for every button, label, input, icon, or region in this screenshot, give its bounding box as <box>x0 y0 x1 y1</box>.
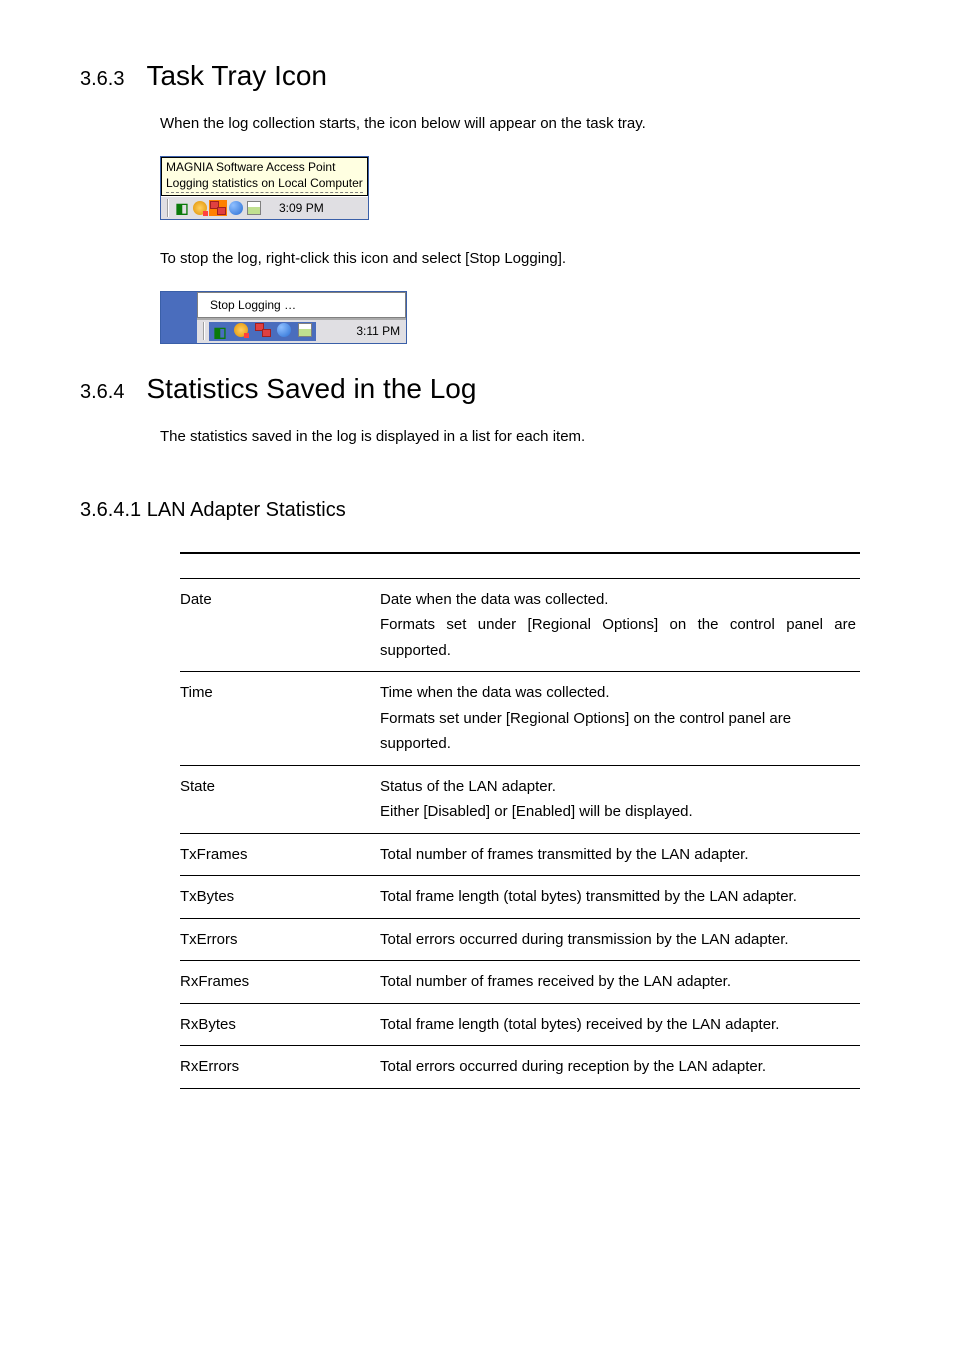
tray-icon-arrow <box>191 200 209 216</box>
section-title: Task Tray Icon <box>146 60 327 92</box>
tray-icon-1: ◧ <box>173 200 191 216</box>
stop-logging-menu-item[interactable]: Stop Logging … <box>197 292 406 318</box>
stat-name: TxBytes <box>180 876 380 919</box>
table-top-border <box>180 552 860 578</box>
tooltip-line1: MAGNIA Software Access Point <box>166 160 363 176</box>
menu-left-bar <box>161 292 197 343</box>
stat-description: Time when the data was collected.Formats… <box>380 672 860 766</box>
stat-name: Date <box>180 578 380 672</box>
stat-description: Total errors occurred during transmissio… <box>380 918 860 961</box>
section-3-6-4-heading: 3.6.4 Statistics Saved in the Log <box>80 373 874 405</box>
stat-name: Time <box>180 672 380 766</box>
tooltip-line2: Logging statistics on Local Computer <box>166 176 363 194</box>
table-row: RxBytesTotal frame length (total bytes) … <box>180 1003 860 1046</box>
stat-name: RxFrames <box>180 961 380 1004</box>
para-stop-log: To stop the log, right-click this icon a… <box>160 247 874 271</box>
section-number: 3.6.3 <box>80 68 124 91</box>
tray-time-2: 3:11 PM <box>316 324 400 338</box>
tray-time-1: 3:09 PM <box>279 201 324 215</box>
stat-description: Status of the LAN adapter.Either [Disabl… <box>380 765 860 833</box>
stat-name: TxErrors <box>180 918 380 961</box>
tray2-icons-highlighted: ◧ <box>209 322 316 341</box>
stat-name: TxFrames <box>180 833 380 876</box>
table-row: RxErrorsTotal errors occurred during rec… <box>180 1046 860 1089</box>
tray-tooltip-image: MAGNIA Software Access Point Logging sta… <box>160 156 874 222</box>
stop-logging-image: Stop Logging … ◧ 3:11 PM <box>160 291 874 348</box>
tray-divider <box>167 199 169 217</box>
stat-description: Total frame length (total bytes) transmi… <box>380 876 860 919</box>
section-3-6-4-1-heading: 3.6.4.1 LAN Adapter Statistics <box>80 499 874 522</box>
table-row: TimeTime when the data was collected.For… <box>180 672 860 766</box>
para-intro-1: When the log collection starts, the icon… <box>160 112 874 136</box>
section-3-6-3-heading: 3.6.3 Task Tray Icon <box>80 60 874 92</box>
stat-name: RxBytes <box>180 1003 380 1046</box>
tray-icon-network-red <box>209 200 227 216</box>
table-row: TxFramesTotal number of frames transmitt… <box>180 833 860 876</box>
stat-description: Total number of frames transmitted by th… <box>380 833 860 876</box>
para-stats: The statistics saved in the log is displ… <box>160 425 874 449</box>
section-title-2: Statistics Saved in the Log <box>146 373 476 405</box>
section-number-2: 3.6.4 <box>80 381 124 404</box>
stat-description: Total errors occurred during reception b… <box>380 1046 860 1089</box>
stat-name: State <box>180 765 380 833</box>
table-row: TxErrorsTotal errors occurred during tra… <box>180 918 860 961</box>
stat-description: Total frame length (total bytes) receive… <box>380 1003 860 1046</box>
table-row: StateStatus of the LAN adapter.Either [D… <box>180 765 860 833</box>
stat-name: RxErrors <box>180 1046 380 1089</box>
table-row: TxBytesTotal frame length (total bytes) … <box>180 876 860 919</box>
table-row: RxFramesTotal number of frames received … <box>180 961 860 1004</box>
tray-icon-globe <box>227 200 245 216</box>
tray-icon-doc <box>245 200 263 216</box>
table-row: DateDate when the data was collected.For… <box>180 578 860 672</box>
tray-divider-2 <box>203 322 205 340</box>
stat-description: Total number of frames received by the L… <box>380 961 860 1004</box>
lan-adapter-statistics-table: DateDate when the data was collected.For… <box>180 578 860 1089</box>
stat-description: Date when the data was collected.Formats… <box>380 578 860 672</box>
